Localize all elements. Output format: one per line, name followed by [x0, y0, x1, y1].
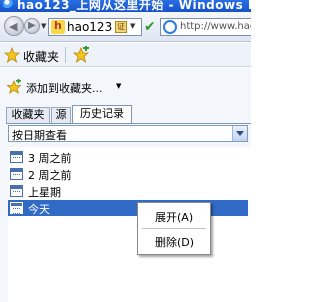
site-dropdown-icon[interactable]: ▼ [130, 22, 135, 30]
tab-favorites[interactable]: 收藏夹 [6, 107, 50, 123]
title-bar: hao123_上网从这里开始 - Windows In [0, 0, 251, 12]
divider [65, 47, 66, 63]
list-item-label: 3 周之前 [28, 152, 72, 165]
calendar-icon [10, 185, 23, 197]
ie-logo-icon [3, 0, 13, 10]
view-by-selected: 按日期查看 [12, 129, 67, 142]
address-field[interactable]: http://www.hao123.co [160, 18, 251, 36]
list-item-label: 今天 [28, 203, 50, 216]
hao123-logo-icon [51, 19, 65, 34]
favorites-star-icon[interactable] [4, 47, 20, 63]
add-to-favorites-label: 添加到收藏夹... [26, 82, 103, 95]
history-list: 3 周之前 2 周之前 上星期 今天 [8, 147, 251, 302]
history-item-3-weeks-ago[interactable]: 3 周之前 [8, 149, 248, 165]
checkmark-icon: ✔ [144, 19, 156, 35]
back-arrow-icon: ◀ [9, 20, 18, 33]
navigation-bar: ◀ ▶ ▼ hao123 证 ▼ ✔ http://www.hao123.co [0, 12, 251, 42]
tab-divider [6, 123, 251, 124]
list-item-label: 2 周之前 [28, 169, 72, 182]
go-button[interactable]: ✔ [144, 19, 158, 35]
forward-arrow-icon: ▶ [28, 20, 36, 31]
calendar-icon [10, 168, 23, 180]
history-item-2-weeks-ago[interactable]: 2 周之前 [8, 166, 248, 182]
history-item-last-week[interactable]: 上星期 [8, 183, 248, 199]
favorites-bar: 收藏夹 [0, 43, 251, 67]
site-name-text: hao123 [67, 20, 113, 34]
add-favorites-dropdown-icon[interactable]: ▼ [116, 82, 121, 90]
view-by-select[interactable]: 按日期查看 [8, 125, 248, 142]
history-item-today[interactable]: 今天 [8, 200, 248, 216]
tab-feeds[interactable]: 源 [51, 107, 71, 123]
add-favorites-star-icon [6, 79, 22, 94]
list-item-label: 上星期 [28, 186, 61, 199]
favorites-center-panel: 添加到收藏夹... ▼ 收藏夹 源 历史记录 按日期查看 3 周之前 2 周之前… [0, 68, 251, 302]
menu-item-label: 展开(A) [155, 211, 194, 224]
back-button[interactable]: ◀ [4, 16, 24, 36]
context-menu: 展开(A) 删除(D) [137, 202, 211, 255]
site-search-box[interactable]: hao123 证 ▼ [48, 18, 142, 36]
calendar-icon [10, 151, 23, 163]
menu-separator [142, 228, 206, 229]
address-url: http://www.hao123.co [180, 21, 251, 32]
window-title: hao123_上网从这里开始 - Windows In [17, 0, 251, 12]
chevron-down-icon[interactable] [232, 126, 247, 141]
context-menu-delete[interactable]: 删除(D) [138, 231, 210, 249]
page-icon [163, 20, 177, 34]
favorites-button[interactable]: 收藏夹 [23, 48, 59, 65]
add-to-favorites-bar-icon[interactable] [72, 46, 90, 64]
certificate-badge[interactable]: 证 [115, 21, 127, 33]
forward-button[interactable]: ▶ [24, 18, 40, 34]
recent-pages-dropdown-icon[interactable]: ▼ [41, 22, 46, 30]
context-menu-expand[interactable]: 展开(A) [138, 206, 210, 224]
calendar-icon [10, 202, 23, 214]
menu-item-label: 删除(D) [155, 236, 195, 249]
tab-history[interactable]: 历史记录 [72, 105, 132, 123]
